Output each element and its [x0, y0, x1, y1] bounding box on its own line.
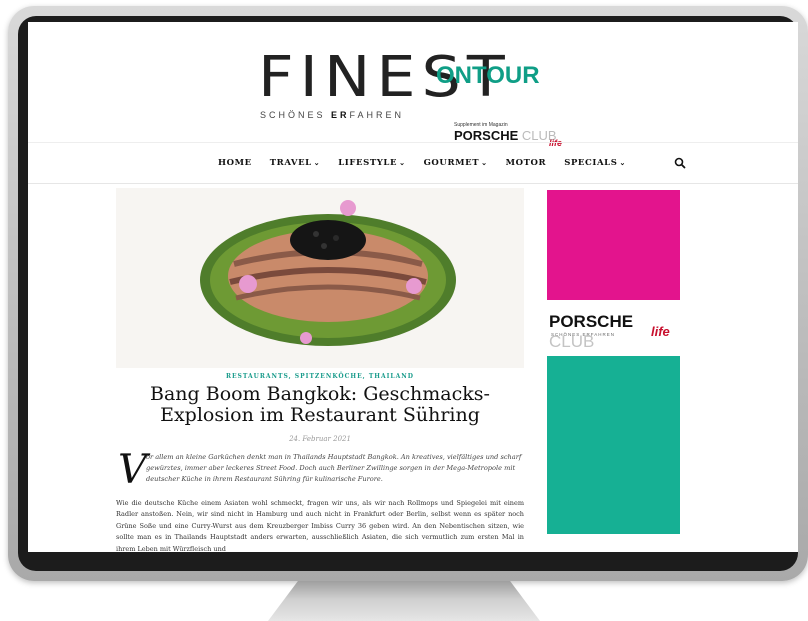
- nav-item-home[interactable]: HOME: [218, 158, 252, 168]
- logo-ontour: ONTOUR: [436, 62, 540, 89]
- chevron-down-icon: ⌄: [619, 158, 626, 167]
- nav-item-label: HOME: [218, 158, 252, 168]
- dropcap: V: [118, 447, 147, 493]
- article-hero-image[interactable]: [116, 188, 524, 368]
- article-categories[interactable]: RESTAURANTS, SPITZENKÖCHE, THAILAND: [116, 373, 524, 380]
- main-nav: HOME TRAVEL ⌄ LIFESTYLE ⌄ GOURMET ⌄ MOTOR SPECIA…: [28, 142, 798, 184]
- sidebar-ad-magenta[interactable]: [547, 190, 680, 300]
- sidebar-ad-teal[interactable]: [547, 356, 680, 534]
- article-title: Bang Boom Bangkok: Geschmacks-Explosion …: [150, 383, 490, 426]
- logo-tagline: SCHÖNES ERFAHREN: [260, 110, 405, 120]
- nav-item-specials[interactable]: SPECIALS ⌄: [564, 158, 626, 168]
- nav-item-motor[interactable]: MOTOR: [506, 158, 547, 168]
- nav-item-label: LIFESTYLE: [338, 158, 398, 168]
- sidebar-porsche-logo[interactable]: PORSCHE CLUB life SCHÖNES ERFAHREN: [547, 312, 680, 351]
- article-body: Wie die deutsche Küche einem Asiaten woh…: [116, 499, 524, 552]
- monitor-stand: [268, 581, 540, 621]
- chevron-down-icon: ⌄: [481, 158, 488, 167]
- nav-item-label: GOURMET: [423, 158, 480, 168]
- nav-item-label: MOTOR: [505, 158, 547, 168]
- nav-item-gourmet[interactable]: GOURMET ⌄: [424, 158, 488, 168]
- sidebar-life-text: life: [651, 324, 670, 339]
- lead-text: or allem an kleine Garküchen denkt man i…: [146, 453, 522, 483]
- nav-item-lifestyle[interactable]: LIFESTYLE ⌄: [338, 158, 405, 168]
- nav-items: HOME TRAVEL ⌄ LIFESTYLE ⌄ GOURMET ⌄ MOTOR SPECIA…: [218, 143, 626, 183]
- article-lead: V or allem an kleine Garküchen denkt man…: [116, 450, 524, 496]
- browser-screen: FINEST ONTOUR SCHÖNES ERFAHREN Supplemen…: [28, 22, 798, 552]
- chevron-down-icon: ⌄: [313, 158, 321, 167]
- logo-porsche: PORSCHE CLUB: [454, 128, 557, 143]
- article-date: 24. Februar 2021: [289, 435, 351, 443]
- nav-item-label: SPECIALS: [564, 158, 618, 168]
- chevron-down-icon: ⌄: [399, 158, 406, 167]
- nav-item-label: TRAVEL: [269, 158, 312, 168]
- search-icon[interactable]: [673, 155, 687, 169]
- nav-item-travel[interactable]: TRAVEL ⌄: [270, 158, 321, 168]
- site-logo[interactable]: FINEST ONTOUR SCHÖNES ERFAHREN Supplemen…: [258, 44, 598, 148]
- sidebar-tagline: SCHÖNES ERFAHREN: [551, 332, 616, 337]
